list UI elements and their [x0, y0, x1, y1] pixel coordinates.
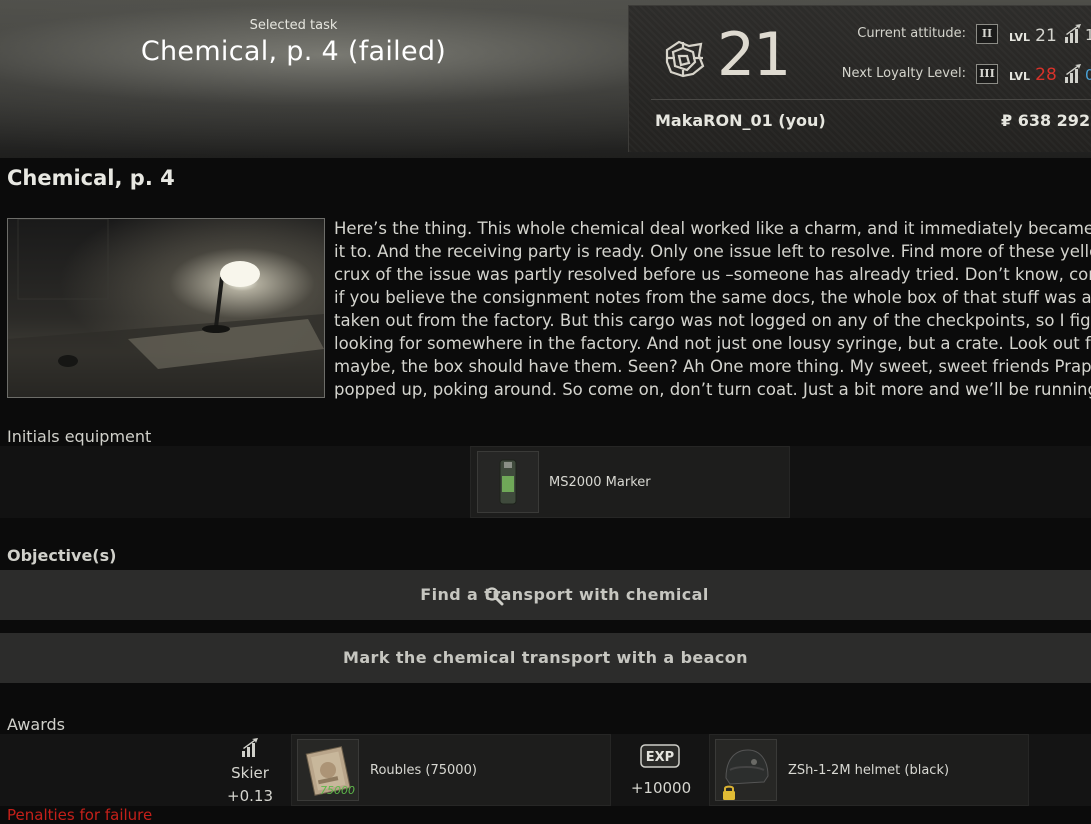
next-loyalty-roman: III: [976, 64, 998, 84]
award-item-roubles[interactable]: 75000 Roubles (75000): [291, 734, 611, 806]
task-title: Chemical, p. 4 (failed): [140, 36, 447, 67]
next-reputation-value: 0: [1085, 66, 1091, 84]
reputation-icon: [1065, 24, 1081, 43]
helmet-icon: [715, 739, 777, 801]
exp-icon: EXP: [640, 744, 680, 768]
reputation-icon: [1065, 64, 1081, 83]
lvl-prefix: LVL: [1009, 31, 1031, 44]
exp-reward: EXP +10000: [621, 742, 701, 806]
equipment-item-label: MS2000 Marker: [549, 475, 651, 490]
description-line: crux of the issue was partly resolved be…: [334, 265, 1091, 284]
objective-label: Mark the chemical transport with a beaco…: [343, 648, 748, 667]
reputation-icon: [242, 738, 258, 757]
initial-equipment-title: Initials equipment: [7, 427, 152, 446]
description-line: taken out from the factory. But this car…: [334, 311, 1091, 330]
roubles-icon: 75000: [297, 739, 359, 801]
penalties-title: Penalties for failure: [7, 806, 153, 824]
description-line: popped up, poking around. So come on, do…: [334, 380, 1091, 399]
ms2000-marker-icon: [477, 451, 539, 513]
current-attitude-label: Current attitude:: [857, 26, 966, 41]
description-line: it to. And the receiving party is ready.…: [334, 242, 1091, 261]
current-reputation-value: 1: [1085, 26, 1091, 44]
task-header: Selected task Chemical, p. 4 (failed) 21…: [0, 0, 1091, 158]
player-name: MakaRON_01 (you): [655, 111, 826, 130]
item-count: 75000: [320, 784, 355, 797]
skill-name: Skier: [231, 764, 269, 782]
player-money: ₽ 638 292: [1001, 111, 1091, 130]
exp-value: +10000: [630, 779, 692, 797]
skill-value: +0.13: [227, 787, 273, 805]
description-line: if you believe the consignment notes fro…: [334, 288, 1091, 307]
next-loyalty-label: Next Loyalty Level:: [841, 66, 966, 81]
next-required-level: LVL 28: [1009, 65, 1057, 85]
current-lvl-value: 21: [1035, 26, 1057, 46]
trader-emblem-icon: [665, 40, 705, 78]
description-line: looking for somewhere in the factory. An…: [334, 334, 1091, 353]
quest-name: Chemical, p. 4: [7, 166, 175, 190]
award-item-label: Roubles (75000): [370, 763, 477, 778]
equipment-item[interactable]: MS2000 Marker: [470, 446, 790, 518]
objective-label: Find a transport with chemical: [0, 585, 1091, 604]
objective-row[interactable]: Find a transport with chemical: [0, 570, 1091, 620]
award-item-label: ZSh-1-2M helmet (black): [788, 763, 950, 778]
selected-task-label: Selected task: [249, 18, 338, 33]
divider: [651, 99, 1091, 100]
exp-badge-text: EXP: [646, 750, 674, 765]
skill-reward: Skier +0.13: [222, 736, 278, 806]
current-required-level: LVL 21: [1009, 26, 1057, 46]
objectives-title: Objective(s): [7, 546, 117, 565]
description-line: maybe, the box should have them. Seen? A…: [334, 357, 1091, 376]
description-line: Here’s the thing. This whole chemical de…: [334, 219, 1091, 238]
next-lvl-value: 28: [1035, 65, 1057, 85]
trader-panel: 21 Current attitude: II LVL 21 1 Next Lo…: [628, 5, 1091, 152]
awards-title: Awards: [7, 715, 65, 734]
award-item-helmet[interactable]: ZSh-1-2M helmet (black): [709, 734, 1029, 806]
lvl-prefix: LVL: [1009, 70, 1031, 83]
lock-icon: [723, 785, 735, 800]
current-loyalty-roman: II: [976, 24, 998, 44]
desk-lamp-scene: [8, 219, 324, 397]
quest-description: Here’s the thing. This whole chemical de…: [334, 217, 1091, 400]
objective-row[interactable]: Mark the chemical transport with a beaco…: [0, 633, 1091, 683]
objective-text: Find a transport with chemical: [420, 585, 709, 604]
quest-image: [7, 218, 325, 398]
